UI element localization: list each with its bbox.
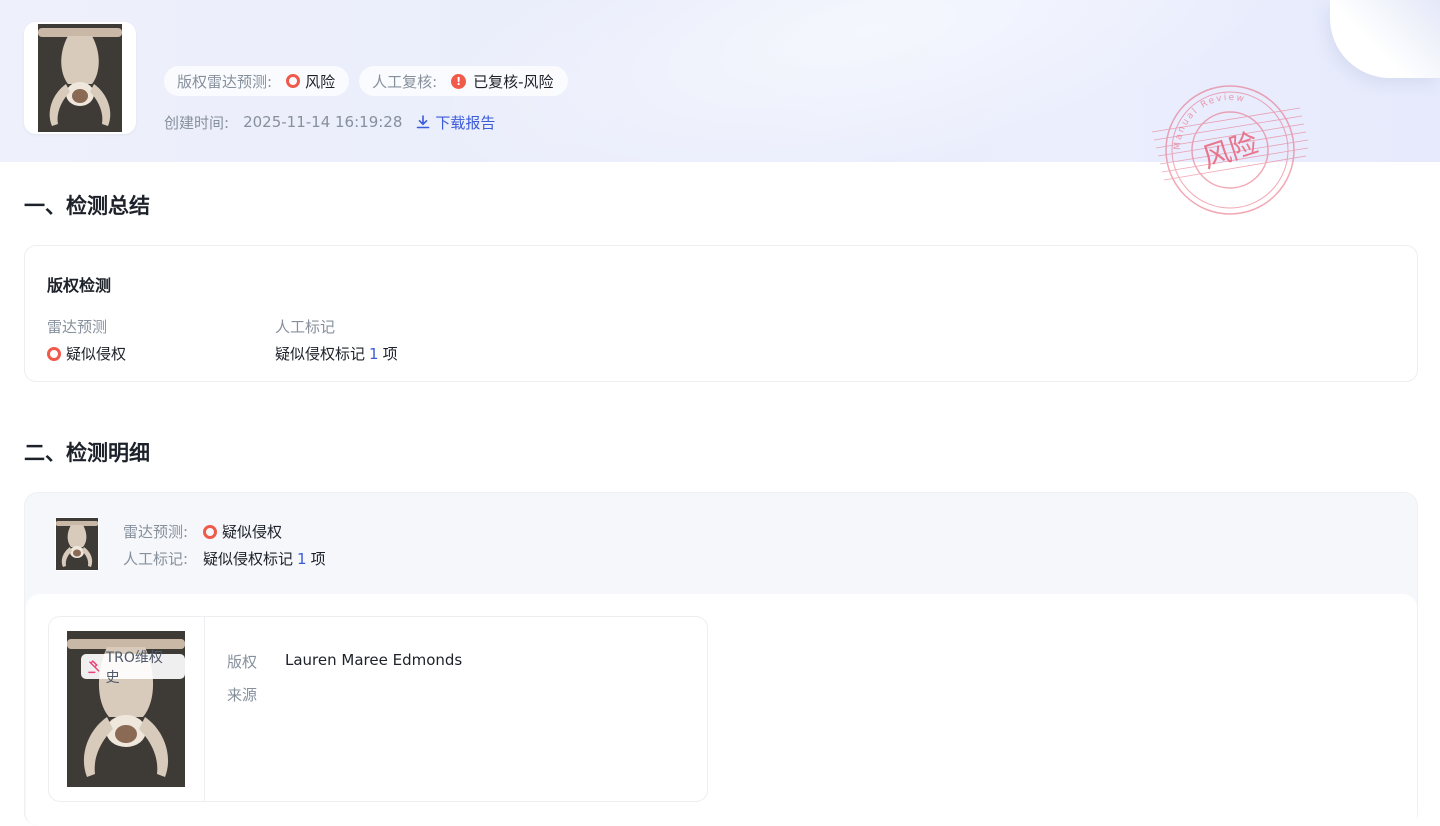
detail-manual-count: 1 xyxy=(297,549,307,568)
download-report-link[interactable]: 下载报告 xyxy=(416,112,495,133)
copyright-check-title: 版权检测 xyxy=(47,276,112,295)
manual-mark-label: 人工标记 xyxy=(275,318,336,336)
download-icon xyxy=(417,115,430,129)
download-report-label: 下载报告 xyxy=(435,113,496,132)
radar-prediction-label: 版权雷达预测: xyxy=(177,72,273,91)
detail-manual-suffix: 项 xyxy=(310,550,326,568)
manual-review-pill: 人工复核: ! 已复核-风险 xyxy=(359,66,568,96)
match-card[interactable]: TRO维权史 版权 Lauren Maree Edmonds 来源 xyxy=(48,616,708,802)
radar-prediction-value: 疑似侵权 xyxy=(66,345,127,363)
alert-icon: ! xyxy=(451,73,467,89)
sloth-image xyxy=(38,24,122,132)
manual-review-value: 已复核-风险 xyxy=(473,72,554,91)
created-time-label: 创建时间: xyxy=(164,113,230,132)
manual-mark-suffix: 项 xyxy=(382,345,398,363)
section-summary-title: 一、检测总结 xyxy=(24,194,150,218)
copyright-value: Lauren Maree Edmonds xyxy=(285,651,463,669)
detail-body: TRO维权史 版权 Lauren Maree Edmonds 来源 xyxy=(26,594,1417,826)
detail-radar-value: 疑似侵权 xyxy=(222,523,283,541)
copyright-label: 版权 xyxy=(227,653,258,671)
radar-prediction-label: 雷达预测 xyxy=(47,318,108,336)
detail-thumbnail[interactable] xyxy=(55,517,99,571)
product-thumbnail[interactable] xyxy=(24,22,136,134)
manual-mark-column: 人工标记 疑似侵权标记 1 项 xyxy=(275,316,398,364)
source-label: 来源 xyxy=(227,686,258,704)
stamp-text: 风险 xyxy=(1198,126,1261,175)
tro-history-tag[interactable]: TRO维权史 xyxy=(81,650,185,686)
copyright-row: 版权 Lauren Maree Edmonds xyxy=(227,651,462,672)
tro-history-label: TRO维权史 xyxy=(105,649,163,686)
radar-prediction-column: 雷达预测 疑似侵权 xyxy=(47,316,126,364)
created-time-value: 2025-11-14 16:19:28 xyxy=(243,113,403,131)
summary-card: 版权检测 雷达预测 疑似侵权 人工标记 疑似侵权标记 1 项 xyxy=(24,245,1418,382)
risk-ring-icon xyxy=(286,74,301,88)
risk-stamp: Manual Review 风险 xyxy=(1151,85,1309,215)
radar-prediction-value: 风险 xyxy=(305,72,336,91)
detail-manual-prefix: 疑似侵权标记 xyxy=(203,550,294,568)
detail-panel: 雷达预测: 疑似侵权 人工标记: 疑似侵权标记 1 项 TRO维权史 版权 La… xyxy=(24,492,1418,826)
manual-review-label: 人工复核: xyxy=(372,72,438,91)
detail-radar-label: 雷达预测: xyxy=(123,523,189,541)
corner-decoration xyxy=(1330,0,1440,78)
detail-manual-row: 人工标记: 疑似侵权标记 1 项 xyxy=(123,548,326,569)
risk-ring-icon xyxy=(47,346,61,361)
card-divider xyxy=(204,617,205,801)
gavel-icon xyxy=(88,659,100,673)
radar-prediction-pill: 版权雷达预测: 风险 xyxy=(164,66,350,96)
source-row: 来源 xyxy=(227,684,285,705)
detail-radar-row: 雷达预测: 疑似侵权 xyxy=(123,521,282,542)
matched-image[interactable]: TRO维权史 xyxy=(67,631,185,787)
sloth-image xyxy=(56,518,98,570)
manual-mark-prefix: 疑似侵权标记 xyxy=(275,345,366,363)
risk-ring-icon xyxy=(203,524,217,539)
section-detail-title: 二、检测明细 xyxy=(24,441,150,465)
manual-mark-count: 1 xyxy=(369,344,379,363)
detail-manual-label: 人工标记: xyxy=(123,550,189,568)
